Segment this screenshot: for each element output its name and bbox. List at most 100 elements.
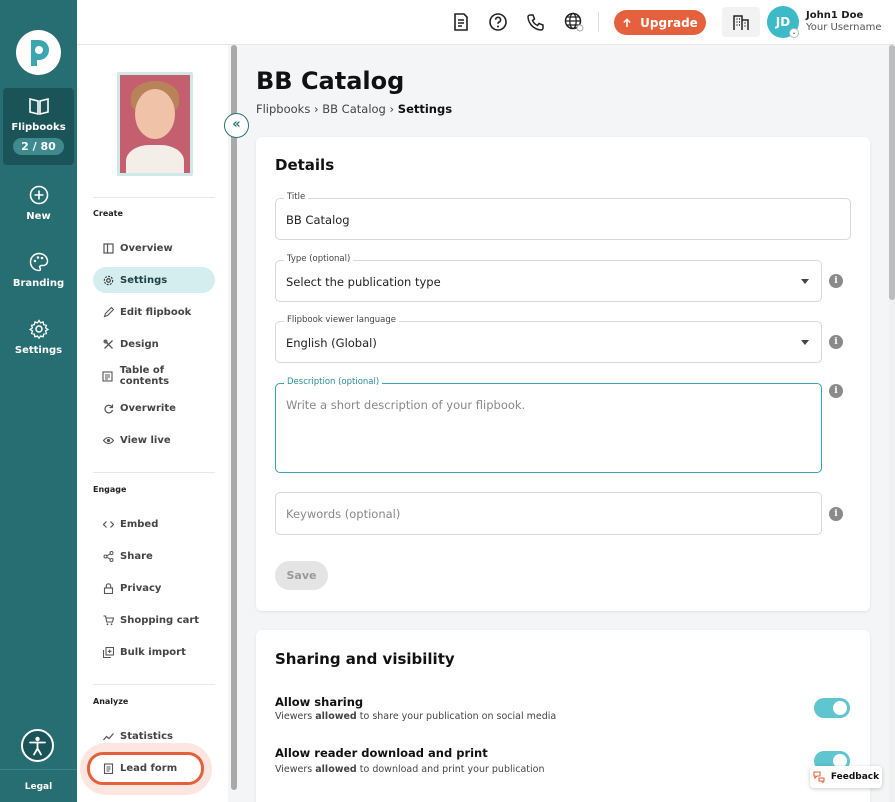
globe-icon[interactable] (564, 12, 584, 32)
sidebar-item-share[interactable]: Share (93, 543, 215, 569)
refresh-icon (102, 402, 114, 414)
pencil-icon (102, 306, 114, 318)
lock-icon (102, 582, 114, 594)
header-divider (598, 12, 599, 32)
type-select-value: Select the publication type (286, 275, 441, 289)
sidebar-item-label: Shopping cart (120, 614, 200, 626)
sidebar-item-label: Privacy (120, 582, 162, 594)
upgrade-label: Upgrade (640, 15, 698, 30)
breadcrumb-flipbooks[interactable]: Flipbooks (256, 102, 310, 116)
rail-item-new[interactable]: New (0, 185, 77, 222)
sidebar-item-label: Edit flipbook (120, 306, 192, 318)
accessibility-button[interactable] (21, 729, 54, 762)
sidebar-item-shopping-cart[interactable]: Shopping cart (93, 607, 215, 633)
sidebar-item-overwrite[interactable]: Overwrite (93, 395, 215, 421)
rail-divider (0, 769, 77, 770)
sidebar-item-overview[interactable]: Overview (93, 235, 215, 261)
breadcrumb-current: Settings (397, 102, 453, 116)
sidebar-item-label: Overview (120, 242, 173, 254)
phone-icon[interactable] (526, 12, 546, 32)
sidebar-item-label: Settings (120, 274, 168, 286)
sidebar-item-table-of-contents[interactable]: Table of contents (93, 363, 215, 389)
description-placeholder: Write a short description of your flipbo… (286, 398, 526, 412)
sidebar-item-design[interactable]: Design (93, 331, 215, 357)
breadcrumb: Flipbooks › BB Catalog › Settings (256, 102, 452, 116)
breadcrumb-separator: › (389, 102, 398, 116)
save-button[interactable]: Save (275, 561, 328, 590)
sidebar-item-label: Bulk import (120, 646, 186, 658)
collapse-sidebar-button[interactable]: « (224, 113, 249, 138)
page-title: BB Catalog (256, 67, 405, 95)
main-rail: Flipbooks 2 / 80 New Branding Settings L… (0, 0, 77, 802)
chevron-down-icon (801, 340, 809, 345)
allow-sharing-desc: Viewers allowed to share your publicatio… (275, 711, 557, 722)
info-icon[interactable]: i (829, 335, 843, 349)
allow-download-desc: Viewers allowed to download and print yo… (275, 764, 545, 775)
rail-item-flipbooks[interactable]: Flipbooks 2 / 80 (0, 96, 77, 155)
upgrade-button[interactable]: Upgrade (614, 10, 706, 35)
legal-link[interactable]: Legal (0, 782, 77, 792)
sidebar-item-lead-form[interactable]: Lead form (93, 755, 215, 781)
rail-item-label: Settings (14, 345, 63, 356)
info-icon[interactable]: i (829, 384, 843, 398)
share-icon (102, 550, 114, 562)
document-icon[interactable] (451, 12, 471, 32)
details-heading: Details (275, 156, 335, 174)
allow-sharing-toggle[interactable] (814, 698, 850, 718)
code-icon (102, 518, 114, 530)
description-field-label: Description (optional) (284, 377, 383, 387)
details-card: Details Title BB Catalog Type (optional)… (256, 137, 870, 611)
sidebar-item-label: Table of contents (119, 365, 170, 387)
breadcrumb-separator: › (313, 102, 323, 116)
info-icon[interactable]: i (829, 507, 843, 521)
sidebar-scrollbar[interactable] (231, 45, 237, 790)
description-textarea[interactable]: Description (optional) Write a short des… (275, 377, 822, 473)
accessibility-icon (29, 736, 46, 756)
sidebar-item-label: View live (120, 434, 171, 446)
sidebar-item-bulk-import[interactable]: Bulk import (93, 639, 215, 665)
main-scrollbar[interactable] (889, 45, 895, 802)
sidebar-divider (93, 197, 215, 198)
title-field[interactable]: Title BB Catalog (275, 192, 851, 240)
language-select[interactable]: Flipbook viewer language English (Global… (275, 315, 822, 363)
sidebar-item-view-live[interactable]: View live (93, 427, 215, 453)
chart-line-icon (102, 730, 114, 742)
info-icon[interactable]: i (829, 274, 843, 288)
language-select-label: Flipbook viewer language (284, 315, 400, 325)
rail-item-label: Branding (12, 278, 65, 289)
breadcrumb-catalog[interactable]: BB Catalog (322, 102, 386, 116)
help-icon[interactable] (488, 12, 508, 32)
feedback-button[interactable]: Feedback (810, 766, 882, 788)
sidebar-item-privacy[interactable]: Privacy (93, 575, 215, 601)
bulk-import-icon (102, 646, 114, 658)
sidebar-item-embed[interactable]: Embed (93, 511, 215, 537)
sidebar-divider (93, 684, 215, 685)
toc-icon (102, 370, 114, 382)
app-logo[interactable] (16, 30, 61, 75)
cart-icon (102, 614, 114, 626)
sharing-heading: Sharing and visibility (275, 650, 455, 668)
feedback-icon (813, 771, 825, 783)
top-header: Upgrade JD ⌄ John1 Doe Your Username (77, 0, 895, 45)
organization-button[interactable] (722, 7, 760, 37)
title-field-label: Title (284, 192, 309, 202)
section-engage-heading: Engage (93, 485, 127, 494)
rail-item-label: Flipbooks (11, 122, 66, 133)
plus-circle-icon (29, 185, 48, 205)
sidebar-divider (93, 472, 215, 473)
sidebar-item-edit-flipbook[interactable]: Edit flipbook (93, 299, 215, 325)
rail-item-branding[interactable]: Branding (0, 252, 77, 289)
flipbook-sidebar: Create Overview Settings Edit flipbook D… (77, 45, 228, 802)
keywords-field[interactable]: Keywords (optional) (275, 492, 822, 535)
chevron-down-icon[interactable]: ⌄ (789, 28, 799, 38)
language-select-value: English (Global) (286, 336, 377, 350)
allow-sharing-title: Allow sharing (275, 695, 364, 709)
sidebar-item-settings[interactable]: Settings (93, 267, 215, 293)
palette-icon (29, 252, 48, 272)
section-analyze-heading: Analyze (93, 697, 129, 706)
type-select-label: Type (optional) (284, 254, 354, 264)
type-select[interactable]: Type (optional) Select the publication t… (275, 254, 822, 302)
sidebar-item-label: Lead form (120, 762, 178, 774)
rail-item-settings[interactable]: Settings (0, 319, 77, 356)
flipbook-cover-thumbnail[interactable] (117, 72, 193, 176)
